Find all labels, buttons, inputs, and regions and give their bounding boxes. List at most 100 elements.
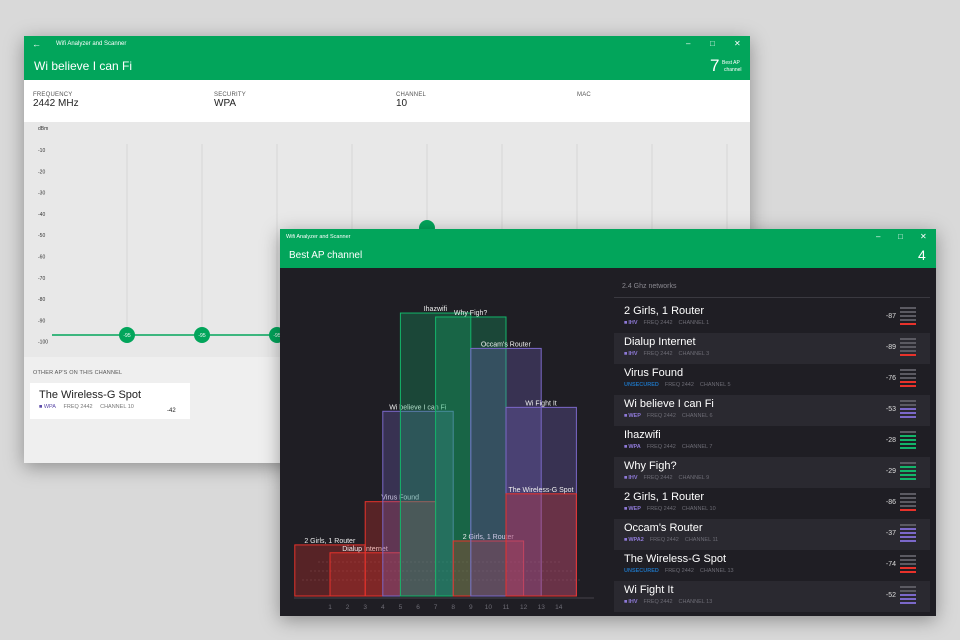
- network-channel: CHANNEL 13: [699, 568, 734, 574]
- signal-point-label: -95: [123, 333, 130, 339]
- signal-bar: [900, 559, 916, 561]
- network-name: Virus Found: [624, 367, 684, 379]
- network-freq: FREQ 2442: [646, 444, 676, 450]
- network-list[interactable]: 2 Girls, 1 Router ■IHV FREQ 2442 CHANNEL 1 -…: [614, 302, 930, 614]
- network-name: Occam's Router: [624, 522, 703, 534]
- signal-bar: [900, 443, 916, 445]
- signal-bar: [900, 505, 916, 507]
- signal-bar: [900, 435, 916, 437]
- network-channel: CHANNEL 7: [681, 444, 713, 450]
- x-tick-label: 13: [538, 604, 546, 611]
- close-button[interactable]: ✕: [734, 36, 741, 52]
- minimize-button[interactable]: –: [686, 36, 690, 52]
- signal-point-label: -95: [198, 333, 205, 339]
- network-rssi: -53: [885, 406, 896, 413]
- signal-bar: [900, 501, 916, 503]
- shield-icon: ■: [39, 404, 43, 410]
- network-rssi: -89: [885, 344, 896, 351]
- signal-bar: [900, 466, 916, 468]
- network-name: The Wireless-G Spot: [624, 553, 727, 565]
- header: Wi believe I can Fi 7 Best AP channel: [24, 52, 750, 80]
- close-button[interactable]: ✕: [920, 229, 927, 245]
- back-arrow-icon[interactable]: ←: [32, 36, 41, 52]
- network-rssi: -29: [885, 468, 896, 475]
- signal-bar: [900, 532, 916, 534]
- signal-bar: [900, 563, 916, 565]
- network-rssi: -76: [885, 375, 896, 382]
- network-list-item[interactable]: Virus Found UNSECURED FREQ 2442 CHANNEL 5 -7…: [614, 364, 930, 395]
- signal-bar: [900, 571, 916, 573]
- y-tick-label: -80: [38, 297, 45, 303]
- signal-bar: [900, 567, 916, 569]
- x-tick-label: 14: [555, 604, 563, 611]
- network-rssi: -74: [885, 561, 896, 568]
- other-ap-card[interactable]: The Wireless-G Spot ■ WPA FREQ 2442 CHAN…: [30, 383, 190, 419]
- network-channel: CHANNEL 6: [681, 413, 713, 419]
- network-list-item[interactable]: Dialup Internet ■IHV FREQ 2442 CHANNEL 3 -89: [614, 333, 930, 364]
- shield-icon: ■: [624, 537, 628, 543]
- network-list-item[interactable]: Wi Fight It ■IHV FREQ 2442 CHANNEL 13 -52: [614, 581, 930, 612]
- network-name: 2 Girls, 1 Router: [624, 305, 705, 317]
- channel-chart: 2 Girls, 1 RouterDialup InternetVirus Fo…: [294, 306, 594, 611]
- info-channel: CHANNEL 10: [396, 92, 426, 109]
- y-tick-label: -100: [38, 340, 48, 346]
- best-ap-value: 7: [710, 56, 720, 75]
- x-tick-label: 6: [416, 604, 420, 611]
- signal-bar: [900, 307, 916, 309]
- app-title: Wifi Analyzer and Scanner: [56, 41, 127, 47]
- network-list-item[interactable]: Ihazwifi ■WPA FREQ 2442 CHANNEL 7 -28: [614, 426, 930, 457]
- ap-channel: CHANNEL 10: [100, 404, 134, 410]
- maximize-button[interactable]: □: [898, 229, 903, 245]
- info-value: WPA: [214, 98, 237, 109]
- x-tick-label: 4: [381, 604, 385, 611]
- x-tick-label: 7: [434, 604, 438, 611]
- signal-bar: [900, 462, 916, 464]
- network-name: 2 Girls, 1 Router: [624, 491, 705, 503]
- signal-strength-icon: [900, 431, 916, 451]
- network-rssi: -37: [885, 530, 896, 537]
- x-tick-label: 2: [346, 604, 350, 611]
- network-meta: ■IHV FREQ 2442 CHANNEL 1: [624, 320, 715, 326]
- signal-bar: [900, 311, 916, 313]
- minimize-button[interactable]: –: [876, 229, 880, 245]
- signal-bar: [900, 416, 916, 418]
- signal-bar: [900, 354, 916, 356]
- best-channel-window: Wifi Analyzer and Scanner – □ ✕ Best AP …: [280, 229, 936, 616]
- network-list-item[interactable]: 2 Girls, 1 Router ■WEP FREQ 2442 CHANNEL 10…: [614, 488, 930, 519]
- x-tick-label: 12: [520, 604, 528, 611]
- signal-bar: [900, 497, 916, 499]
- network-channel: CHANNEL 13: [678, 599, 713, 605]
- signal-bar: [900, 524, 916, 526]
- info-label: MAC: [577, 92, 591, 98]
- x-tick-label: 11: [503, 604, 510, 611]
- network-list-item[interactable]: The Wireless-G Spot UNSECURED FREQ 2442 CHA…: [614, 550, 930, 581]
- info-frequency: FREQUENCY 2442 MHz: [33, 92, 79, 109]
- signal-bar: [900, 493, 916, 495]
- network-list-item[interactable]: Wi believe I can Fi ■WEP FREQ 2442 CHANNEL …: [614, 395, 930, 426]
- network-name: Ihazwifi: [624, 429, 661, 441]
- signal-bar: [900, 323, 916, 325]
- ap-freq: FREQ 2442: [63, 404, 93, 410]
- signal-strength-icon: [900, 493, 916, 513]
- x-tick-label: 10: [485, 604, 493, 611]
- network-title: Wi believe I can Fi: [34, 59, 133, 73]
- signal-bar: [900, 555, 916, 557]
- signal-strength-icon: [900, 307, 916, 327]
- network-list-item[interactable]: Why Figh? ■IHV FREQ 2442 CHANNEL 9 -29: [614, 457, 930, 488]
- info-value: 2442 MHz: [33, 98, 79, 109]
- signal-bar: [900, 474, 916, 476]
- maximize-button[interactable]: □: [710, 36, 715, 52]
- network-freq: FREQ 2442: [664, 568, 694, 574]
- network-list-item[interactable]: Occam's Router ■WPA2 FREQ 2442 CHANNEL 11 -3…: [614, 519, 930, 550]
- y-tick-label: -70: [38, 276, 45, 282]
- signal-bar: [900, 470, 916, 472]
- network-security: IHV: [628, 351, 638, 357]
- network-rssi: -28: [885, 437, 896, 444]
- y-tick-label: -30: [38, 191, 45, 197]
- bar-label: Ihazwifi: [424, 306, 448, 313]
- network-meta: UNSECURED FREQ 2442 CHANNEL 5: [624, 382, 737, 388]
- network-list-item[interactable]: 2 Girls, 1 Router ■IHV FREQ 2442 CHANNEL 1 -…: [614, 302, 930, 333]
- network-rssi: -87: [885, 313, 896, 320]
- network-security: IHV: [628, 320, 638, 326]
- ap-meta: ■ WPA FREQ 2442 CHANNEL 10: [39, 404, 134, 410]
